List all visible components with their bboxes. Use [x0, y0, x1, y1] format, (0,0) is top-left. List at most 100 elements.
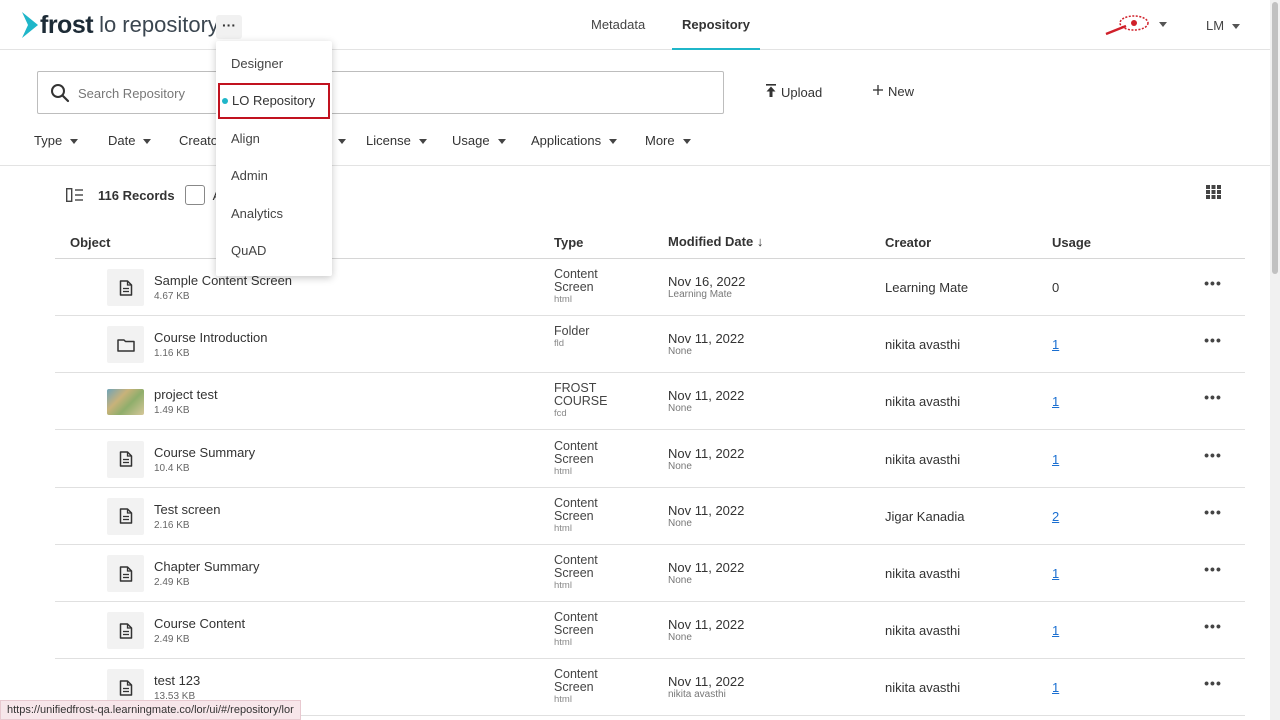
top-bar: frost lo repository ··· Metadata Reposit…: [0, 0, 1270, 50]
object-name[interactable]: Test screen: [154, 502, 220, 517]
filter-creator-caret[interactable]: [330, 133, 346, 148]
upload-button[interactable]: Upload: [765, 84, 822, 100]
menu-item-designer[interactable]: Designer: [216, 46, 332, 82]
object-name[interactable]: Course Content: [154, 616, 245, 631]
modified-by: None: [668, 346, 692, 358]
status-bar-url: https://unifiedfrost-qa.learningmate.co/…: [0, 700, 301, 720]
filter-more[interactable]: More: [645, 133, 691, 148]
filter-license[interactable]: License: [366, 133, 427, 148]
tab-repository[interactable]: Repository: [672, 17, 760, 50]
records-bar: 116 Records A: [65, 185, 221, 205]
more-options-icon[interactable]: •••: [1203, 618, 1223, 638]
object-name[interactable]: Chapter Summary: [154, 559, 259, 574]
table-row[interactable]: Course Summary 10.4 KB Content Screen html N…: [55, 431, 1245, 488]
object-type: Folder fld: [554, 325, 624, 350]
filter-creator[interactable]: Creato: [179, 133, 218, 148]
more-options-icon[interactable]: •••: [1203, 332, 1223, 352]
more-options-icon[interactable]: •••: [1203, 675, 1223, 695]
logo-text: frost: [40, 10, 94, 39]
tab-metadata[interactable]: Metadata: [591, 17, 645, 50]
active-dot-icon: [222, 97, 228, 104]
column-modified-date[interactable]: Modified Date ↓: [668, 234, 763, 249]
thumbnail-image: [107, 389, 144, 416]
modified-date: Nov 11, 2022: [668, 388, 745, 404]
more-options-icon[interactable]: •••: [1203, 275, 1223, 295]
column-usage[interactable]: Usage: [1052, 235, 1091, 250]
usage-count[interactable]: 1: [1052, 566, 1059, 581]
modified-by: Learning Mate: [668, 289, 732, 300]
object-type: Content Screen html: [554, 495, 624, 534]
filter-usage[interactable]: Usage: [452, 133, 506, 148]
object-extension: html: [554, 522, 572, 534]
chevron-down-icon: [682, 139, 691, 145]
new-button[interactable]: New: [872, 84, 914, 99]
object-name[interactable]: project test: [154, 387, 218, 402]
object-extension: html: [554, 694, 572, 706]
modified-by: None: [668, 460, 692, 472]
creator-name: nikita avasthi: [885, 451, 961, 467]
modified-date: Nov 11, 2022: [668, 617, 745, 633]
folder-icon: [107, 326, 144, 364]
object-extension: html: [554, 637, 572, 649]
search-input[interactable]: [78, 78, 698, 108]
object-name[interactable]: Course Introduction: [154, 330, 267, 345]
object-name[interactable]: test 123: [154, 673, 200, 688]
filter-date[interactable]: Date: [108, 133, 152, 148]
grid-view-icon[interactable]: [1206, 185, 1221, 199]
table-row[interactable]: Test screen 2.16 KB Content Screen html Nov …: [55, 488, 1245, 545]
object-size: 2.49 KB: [154, 577, 190, 588]
column-creator[interactable]: Creator: [885, 235, 931, 250]
object-type: Content Screen html: [554, 611, 624, 649]
document-icon: [107, 440, 144, 478]
menu-item-lo-repository[interactable]: LO Repository: [218, 83, 330, 119]
filter-applications[interactable]: Applications: [531, 133, 618, 148]
object-size: 1.49 KB: [154, 405, 190, 417]
menu-item-quad[interactable]: QuAD: [216, 233, 332, 269]
org-avatar[interactable]: [1104, 14, 1154, 36]
column-object[interactable]: Object: [70, 235, 110, 250]
side-panel-icon[interactable]: [65, 187, 84, 203]
more-options-icon[interactable]: •••: [1203, 389, 1223, 409]
new-label: New: [888, 84, 915, 99]
usage-count[interactable]: 1: [1052, 394, 1059, 409]
usage-count[interactable]: 1: [1052, 680, 1059, 695]
modified-by: None: [668, 517, 692, 529]
more-options-icon[interactable]: •••: [1203, 561, 1223, 581]
filter-type[interactable]: Type: [34, 133, 79, 148]
more-options-icon[interactable]: •••: [1203, 447, 1223, 467]
table-row[interactable]: project test 1.49 KB FROST COURSE fcd Nov 11…: [55, 373, 1245, 431]
object-type: Content Screen html: [554, 554, 624, 592]
product-name: lo repository: [99, 12, 219, 37]
table-row[interactable]: Chapter Summary 2.49 KB Content Screen html…: [55, 545, 1245, 602]
usage-count[interactable]: 1: [1052, 337, 1059, 352]
select-all-checkbox[interactable]: [184, 185, 205, 205]
column-type[interactable]: Type: [554, 235, 583, 250]
menu-item-align[interactable]: Align: [216, 121, 332, 157]
scrollbar-thumb[interactable]: [1272, 2, 1278, 274]
scrollbar[interactable]: [1270, 0, 1280, 720]
modified-by: None: [668, 575, 692, 586]
object-name[interactable]: Course Summary: [154, 445, 255, 460]
usage-count[interactable]: 1: [1052, 452, 1059, 467]
user-menu[interactable]: LM: [1206, 18, 1241, 33]
modified-date: Nov 11, 2022: [668, 560, 745, 575]
more-options-icon[interactable]: •••: [1203, 504, 1223, 524]
usage-count[interactable]: 2: [1052, 509, 1059, 524]
usage-count[interactable]: 1: [1052, 623, 1059, 638]
menu-item-admin[interactable]: Admin: [216, 158, 332, 194]
menu-item-analytics[interactable]: Analytics: [216, 196, 332, 232]
document-icon: [107, 497, 144, 535]
object-size: 2.49 KB: [154, 634, 190, 646]
table-row[interactable]: Course Content 2.49 KB Content Screen html N…: [55, 602, 1245, 660]
object-extension: html: [554, 580, 572, 591]
object-extension: html: [554, 294, 572, 305]
modified-date: Nov 11, 2022: [668, 674, 745, 690]
app-logo[interactable]: frost lo repository: [22, 10, 219, 40]
object-extension: fcd: [554, 408, 567, 420]
object-type-label: Content Screen: [554, 495, 598, 523]
creator-name: Learning Mate: [885, 280, 969, 295]
chevron-down-icon: [418, 139, 427, 145]
table-row[interactable]: Course Introduction 1.16 KB Folder fld Nov 1…: [55, 316, 1245, 374]
app-switcher-button[interactable]: ···: [216, 15, 242, 39]
chevron-down-icon[interactable]: [1159, 22, 1167, 27]
